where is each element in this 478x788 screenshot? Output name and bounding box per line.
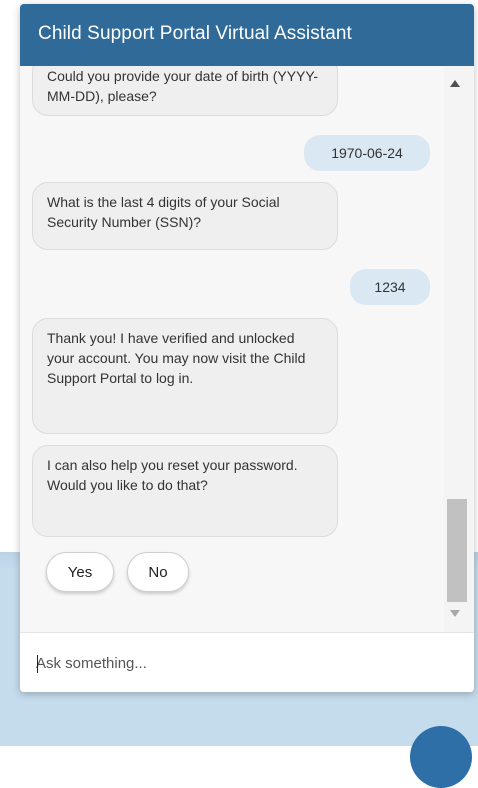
message-input[interactable] — [36, 647, 456, 679]
triangle-up-icon[interactable] — [450, 80, 460, 87]
user-message: 1970-06-24 — [304, 135, 430, 171]
chat-launcher-button[interactable] — [410, 726, 472, 788]
message-text: What is the last 4 digits of your Social… — [47, 194, 280, 230]
chat-header: Child Support Portal Virtual Assistant — [20, 4, 474, 66]
triangle-down-icon[interactable] — [450, 610, 460, 617]
message-text: 1234 — [374, 279, 406, 295]
message-text: I can also help you reset your password.… — [47, 457, 298, 493]
chat-widget: Child Support Portal Virtual Assistant C… — [20, 4, 474, 692]
text-caret — [37, 655, 38, 673]
yes-button[interactable]: Yes — [46, 552, 114, 592]
message-text: Thank you! I have verified and unlocked … — [47, 330, 306, 386]
scrollbar-thumb[interactable] — [447, 499, 467, 602]
message-text: Could you provide your date of birth (YY… — [47, 68, 319, 104]
bot-message: Thank you! I have verified and unlocked … — [32, 318, 338, 434]
bot-message: Could you provide your date of birth (YY… — [32, 66, 338, 116]
user-message: 1234 — [350, 269, 430, 305]
bot-message: What is the last 4 digits of your Social… — [32, 182, 338, 250]
bot-message: I can also help you reset your password.… — [32, 445, 338, 537]
message-list[interactable]: Could you provide your date of birth (YY… — [20, 66, 474, 632]
message-text: 1970-06-24 — [331, 145, 403, 161]
no-button[interactable]: No — [127, 552, 189, 592]
chat-title: Child Support Portal Virtual Assistant — [38, 23, 352, 44]
message-input-bar — [20, 632, 474, 692]
